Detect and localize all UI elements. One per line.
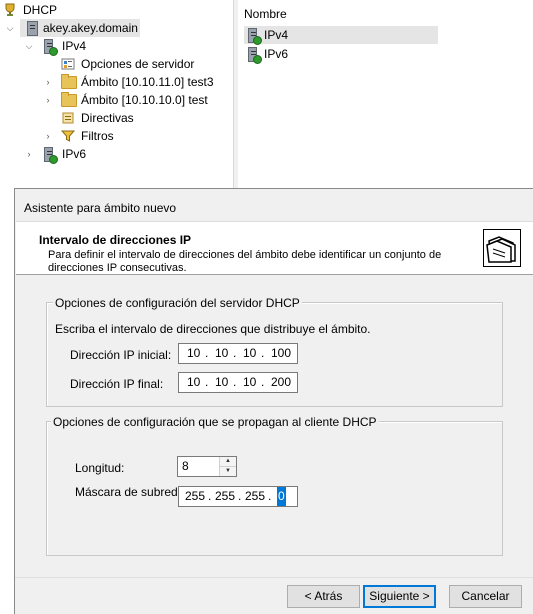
tree-label-filters: Filtros bbox=[81, 129, 114, 143]
chevron-right-icon[interactable]: › bbox=[43, 73, 53, 91]
tree-label-server: akey.akey.domain bbox=[43, 21, 138, 35]
folder-icon bbox=[61, 92, 77, 107]
ip-octet: 255 bbox=[215, 489, 236, 503]
stepper-buttons: ▲ ▼ bbox=[219, 457, 236, 476]
ip-octet: 200 bbox=[271, 375, 292, 389]
next-button[interactable]: Siguiente > bbox=[363, 585, 436, 608]
client-config-group-title: Opciones de configuración que se propaga… bbox=[51, 415, 379, 429]
tree-node-scope-test3[interactable]: › Ámbito [10.10.11.0] test3 bbox=[0, 73, 233, 91]
back-button[interactable]: < Atrás bbox=[287, 585, 360, 608]
start-ip-field[interactable]: 10 . 10 . 10 . 100 bbox=[178, 343, 298, 364]
list-item[interactable]: IPv6 bbox=[244, 45, 438, 64]
status-ok-icon bbox=[49, 155, 58, 164]
tree-node-server[interactable]: ⌵ akey.akey.domain bbox=[0, 19, 233, 37]
ip-dot: . bbox=[205, 346, 209, 360]
end-ip-label: Dirección IP final: bbox=[70, 377, 164, 391]
chevron-right-icon[interactable]: › bbox=[43, 91, 53, 109]
ip-octet: 10 bbox=[187, 375, 201, 389]
tree-node-ipv4[interactable]: ⌵ IPv4 bbox=[0, 37, 233, 56]
server-config-group-title: Opciones de configuración del servidor D… bbox=[53, 296, 302, 310]
tree-label-scope-test: Ámbito [10.10.10.0] test bbox=[81, 93, 208, 107]
chevron-right-icon[interactable]: › bbox=[43, 127, 53, 145]
cancel-button[interactable]: Cancelar bbox=[449, 585, 522, 608]
details-pane: Nombre IPv4 IPv6 bbox=[238, 0, 533, 190]
ip-octet: 100 bbox=[271, 346, 292, 360]
new-scope-wizard: Asistente para ámbito nuevo Intervalo de… bbox=[14, 188, 533, 614]
ip-octet: 255 bbox=[185, 489, 206, 503]
ip-octet: 10 bbox=[215, 375, 229, 389]
ip-dot: . bbox=[233, 375, 237, 389]
list-item-label: IPv4 bbox=[264, 28, 289, 42]
tree-node-dhcp[interactable]: DHCP bbox=[0, 1, 233, 19]
list-item[interactable]: IPv4 bbox=[244, 26, 438, 45]
dhcp-trophy-icon bbox=[3, 3, 17, 17]
tree-node-server-options[interactable]: Opciones de servidor bbox=[0, 55, 233, 73]
tree-node-ipv6[interactable]: › IPv6 bbox=[0, 145, 233, 164]
ip-octet: 10 bbox=[243, 346, 257, 360]
button-bar-separator bbox=[15, 577, 533, 578]
chevron-down-icon[interactable]: ⌵ bbox=[24, 37, 34, 55]
ip-dot: . bbox=[233, 346, 237, 360]
tree-node-filters[interactable]: › Filtros bbox=[0, 127, 233, 145]
folder-icon bbox=[61, 74, 77, 89]
range-instruction: Escriba el intervalo de direcciones que … bbox=[55, 322, 371, 336]
length-value: 8 bbox=[182, 459, 189, 473]
tree-label-ipv4: IPv4 bbox=[62, 39, 87, 53]
start-ip-label: Dirección IP inicial: bbox=[70, 348, 172, 362]
ip-octet: 255 bbox=[245, 489, 266, 503]
ip-octet: 10 bbox=[243, 375, 257, 389]
wizard-header: Intervalo de direcciones IP Para definir… bbox=[16, 221, 533, 275]
tree-label-server-options: Opciones de servidor bbox=[81, 57, 195, 71]
ip-dot: . bbox=[205, 375, 209, 389]
status-ok-icon bbox=[253, 55, 262, 64]
chevron-down-icon[interactable]: ⌵ bbox=[5, 19, 15, 37]
ip-dot: . bbox=[238, 489, 242, 503]
ip-dot: . bbox=[268, 489, 272, 503]
filter-icon bbox=[60, 129, 76, 143]
column-header-name[interactable]: Nombre bbox=[244, 7, 287, 21]
tree-label-scope-test3: Ámbito [10.10.11.0] test3 bbox=[81, 75, 214, 89]
ip-dot: . bbox=[261, 375, 265, 389]
tree-node-scope-test[interactable]: › Ámbito [10.10.10.0] test bbox=[0, 91, 233, 109]
ip-octet-selected[interactable]: 0 bbox=[277, 487, 286, 506]
wizard-heading: Intervalo de direcciones IP bbox=[39, 233, 192, 247]
wizard-title: Asistente para ámbito nuevo bbox=[24, 201, 177, 215]
wizard-folders-icon bbox=[483, 229, 521, 267]
server-icon bbox=[27, 21, 38, 36]
tree-label-dhcp: DHCP bbox=[23, 3, 58, 17]
wizard-description: Para definir el intervalo de direcciones… bbox=[48, 249, 442, 274]
options-icon bbox=[61, 57, 75, 71]
subnet-mask-label: Máscara de subred: bbox=[75, 485, 182, 499]
stepper-up-icon[interactable]: ▲ bbox=[220, 457, 236, 467]
tree-label-ipv6: IPv6 bbox=[62, 147, 87, 161]
ip-octet: 10 bbox=[187, 346, 201, 360]
length-stepper[interactable]: 8 ▲ ▼ bbox=[177, 456, 237, 477]
ip-octet: 10 bbox=[215, 346, 229, 360]
console-tree: DHCP ⌵ akey.akey.domain ⌵ IPv4 Opciones … bbox=[0, 0, 233, 190]
list-item-label: IPv6 bbox=[264, 47, 289, 61]
ip-dot: . bbox=[261, 346, 265, 360]
chevron-right-icon[interactable]: › bbox=[24, 145, 34, 163]
ip-dot: . bbox=[208, 489, 212, 503]
status-ok-icon bbox=[253, 36, 262, 45]
subnet-mask-field[interactable]: 255 . 255 . 255 . 0 bbox=[178, 486, 298, 507]
tree-node-policies[interactable]: Directivas bbox=[0, 109, 233, 127]
length-label: Longitud: bbox=[75, 461, 125, 475]
tree-label-policies: Directivas bbox=[81, 111, 134, 125]
end-ip-field[interactable]: 10 . 10 . 10 . 200 bbox=[178, 372, 298, 393]
stepper-down-icon[interactable]: ▼ bbox=[220, 467, 236, 476]
policy-scroll-icon bbox=[61, 111, 75, 125]
